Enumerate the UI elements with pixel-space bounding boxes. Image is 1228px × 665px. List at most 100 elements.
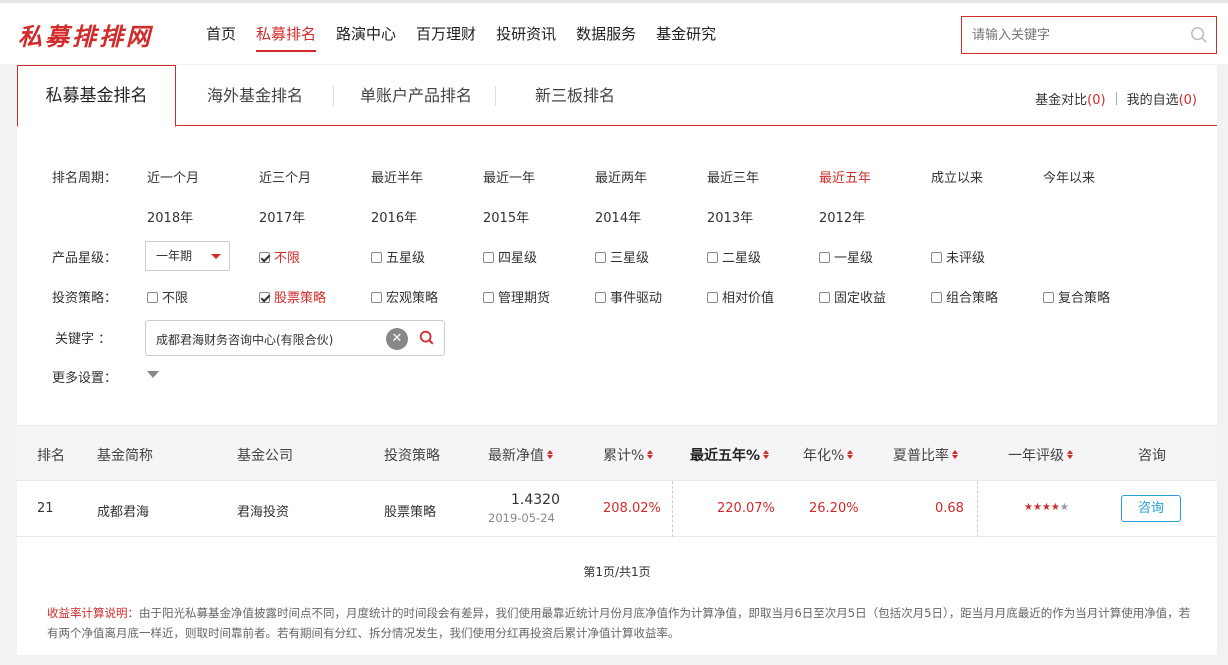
- rating-stars: ★★★★★: [1024, 502, 1069, 513]
- tab-divider: [333, 86, 334, 106]
- checkbox-icon: [371, 292, 382, 303]
- strategy-option[interactable]: 事件驱动: [595, 287, 662, 306]
- keyword-filter-row: 关键字 ： 成都君海财务咨询中心(有限合伙) ✕: [17, 320, 1217, 356]
- strategy-option[interactable]: 复合策略: [1043, 287, 1110, 306]
- sort-icon: [547, 450, 553, 459]
- keyword-field[interactable]: 成都君海财务咨询中心(有限合伙) ✕: [145, 320, 445, 356]
- strategy-option[interactable]: 宏观策略: [371, 287, 438, 306]
- col-annual[interactable]: 年化%: [803, 445, 853, 465]
- period-year-row: 2018年 2017年 2016年 2015年 2014年 2013年 2012…: [17, 201, 1217, 231]
- row-nav: 1.4320: [511, 492, 560, 508]
- year-option[interactable]: 2017年: [259, 207, 305, 226]
- checkbox-icon: [819, 252, 830, 263]
- ranking-tabs: 私募基金排名 海外基金排名 单账户产品排名 新三板排名 基金对比(0) 我的自选…: [17, 65, 1217, 127]
- period-option[interactable]: 最近两年: [595, 167, 647, 186]
- period-filter-row: 排名周期： 近一个月 近三个月 最近半年 最近一年 最近两年 最近三年 最近五年…: [17, 161, 1217, 191]
- nav-research-news[interactable]: 投研资讯: [496, 23, 556, 52]
- row-cumulative: 208.02%: [603, 501, 661, 516]
- checkbox-icon: [483, 252, 494, 263]
- link-divider: [1115, 92, 1117, 105]
- strategy-option[interactable]: 组合策略: [931, 287, 998, 306]
- star-filled-icon: ★: [1041, 502, 1051, 513]
- tab-private-fund-ranking[interactable]: 私募基金排名: [17, 65, 176, 127]
- year-option[interactable]: 2012年: [819, 207, 865, 226]
- nav-wealth[interactable]: 百万理财: [416, 23, 476, 52]
- row-fund-name[interactable]: 成都君海: [97, 501, 149, 520]
- clear-icon[interactable]: ✕: [386, 328, 408, 350]
- nav-data-service[interactable]: 数据服务: [576, 23, 636, 52]
- nav-home[interactable]: 首页: [206, 23, 236, 52]
- strategy-option[interactable]: 不限: [147, 287, 188, 306]
- more-settings-row: 更多设置：: [17, 361, 1217, 391]
- rating-period-select[interactable]: 一年期: [145, 241, 230, 271]
- period-option[interactable]: 成立以来: [931, 167, 983, 186]
- strategy-option-stock[interactable]: 股票策略: [259, 287, 326, 306]
- row-rank: 21: [37, 501, 54, 516]
- rating-option[interactable]: 四星级: [483, 247, 537, 266]
- table-header: 排名 基金简称 基金公司 投资策略 最新净值 累计% 最近五年% 年化% 夏普比…: [17, 425, 1217, 481]
- rating-option[interactable]: 未评级: [931, 247, 985, 266]
- checkbox-icon: [819, 292, 830, 303]
- period-option[interactable]: 近三个月: [259, 167, 311, 186]
- col-five-year[interactable]: 最近五年%: [690, 445, 769, 465]
- strategy-option[interactable]: 管理期货: [483, 287, 550, 306]
- tab-neeq-ranking[interactable]: 新三板排名: [535, 65, 615, 126]
- main-nav: 首页 私募排名 路演中心 百万理财 投研资讯 数据服务 基金研究: [206, 23, 736, 52]
- checkbox-icon: [931, 252, 942, 263]
- period-option[interactable]: 最近三年: [707, 167, 759, 186]
- search-icon[interactable]: [418, 329, 436, 347]
- fund-compare-link[interactable]: 基金对比(0): [1035, 89, 1105, 108]
- more-settings-label: 更多设置：: [52, 371, 118, 386]
- row-nav-date: 2019-05-24: [488, 511, 555, 525]
- rating-option[interactable]: 一星级: [819, 247, 873, 266]
- my-watchlist-link[interactable]: 我的自选(0): [1127, 89, 1197, 108]
- main-panel: 私募基金排名 海外基金排名 单账户产品排名 新三板排名 基金对比(0) 我的自选…: [17, 65, 1217, 655]
- period-option[interactable]: 最近半年: [371, 167, 423, 186]
- row-annual: 26.20%: [809, 501, 859, 516]
- period-option[interactable]: 近一个月: [147, 167, 199, 186]
- search-input[interactable]: [962, 17, 1172, 53]
- year-option[interactable]: 2015年: [483, 207, 529, 226]
- consult-button[interactable]: 咨询: [1121, 495, 1181, 522]
- year-option[interactable]: 2018年: [147, 207, 193, 226]
- nav-fund-research[interactable]: 基金研究: [656, 23, 716, 52]
- row-company[interactable]: 君海投资: [237, 501, 289, 520]
- col-rank: 排名: [37, 448, 65, 464]
- search-icon[interactable]: [1190, 26, 1208, 44]
- year-option[interactable]: 2013年: [707, 207, 753, 226]
- period-option[interactable]: 最近一年: [483, 167, 535, 186]
- tab-single-account-ranking[interactable]: 单账户产品排名: [360, 65, 472, 126]
- year-option[interactable]: 2014年: [595, 207, 641, 226]
- star-filled-icon: ★: [1024, 502, 1033, 513]
- checkbox-icon: [371, 252, 382, 263]
- header-search: [961, 16, 1217, 54]
- strategy-option[interactable]: 固定收益: [819, 287, 886, 306]
- star-filled-icon: ★: [1050, 502, 1060, 513]
- col-rating[interactable]: 一年评级: [1008, 445, 1073, 465]
- strategy-option[interactable]: 相对价值: [707, 287, 774, 306]
- note-text: 由于阳光私募基金净值披露时间点不同，月度统计的时间段会有差异，我们使用最靠近统计…: [47, 606, 1191, 640]
- keyword-input[interactable]: 成都君海财务咨询中心(有限合伙): [156, 331, 333, 348]
- note-label: 收益率计算说明：: [47, 606, 139, 620]
- nav-private-ranking[interactable]: 私募排名: [256, 23, 317, 52]
- checkbox-icon: [595, 252, 606, 263]
- period-label: 排名周期：: [52, 171, 118, 186]
- period-option-selected[interactable]: 最近五年: [819, 167, 871, 186]
- col-cumulative[interactable]: 累计%: [603, 445, 653, 465]
- col-nav[interactable]: 最新净值: [488, 445, 553, 465]
- rating-option[interactable]: 五星级: [371, 247, 425, 266]
- checkbox-icon: [707, 292, 718, 303]
- tab-overseas-ranking[interactable]: 海外基金排名: [207, 65, 303, 126]
- checkbox-icon: [595, 292, 606, 303]
- checkbox-icon: [707, 252, 718, 263]
- caret-down-icon[interactable]: [147, 371, 159, 378]
- rating-option-unlimited[interactable]: 不限: [259, 247, 300, 266]
- col-sharpe[interactable]: 夏普比率: [893, 445, 958, 465]
- nav-roadshow[interactable]: 路演中心: [336, 23, 396, 52]
- rating-filter-row: 产品星级： 一年期 不限 五星级 四星级 三星级 二星级 一星级 未评级: [17, 241, 1217, 271]
- rating-option[interactable]: 二星级: [707, 247, 761, 266]
- year-option[interactable]: 2016年: [371, 207, 417, 226]
- site-logo[interactable]: 私募排排网: [18, 17, 153, 52]
- rating-option[interactable]: 三星级: [595, 247, 649, 266]
- period-option[interactable]: 今年以来: [1043, 167, 1095, 186]
